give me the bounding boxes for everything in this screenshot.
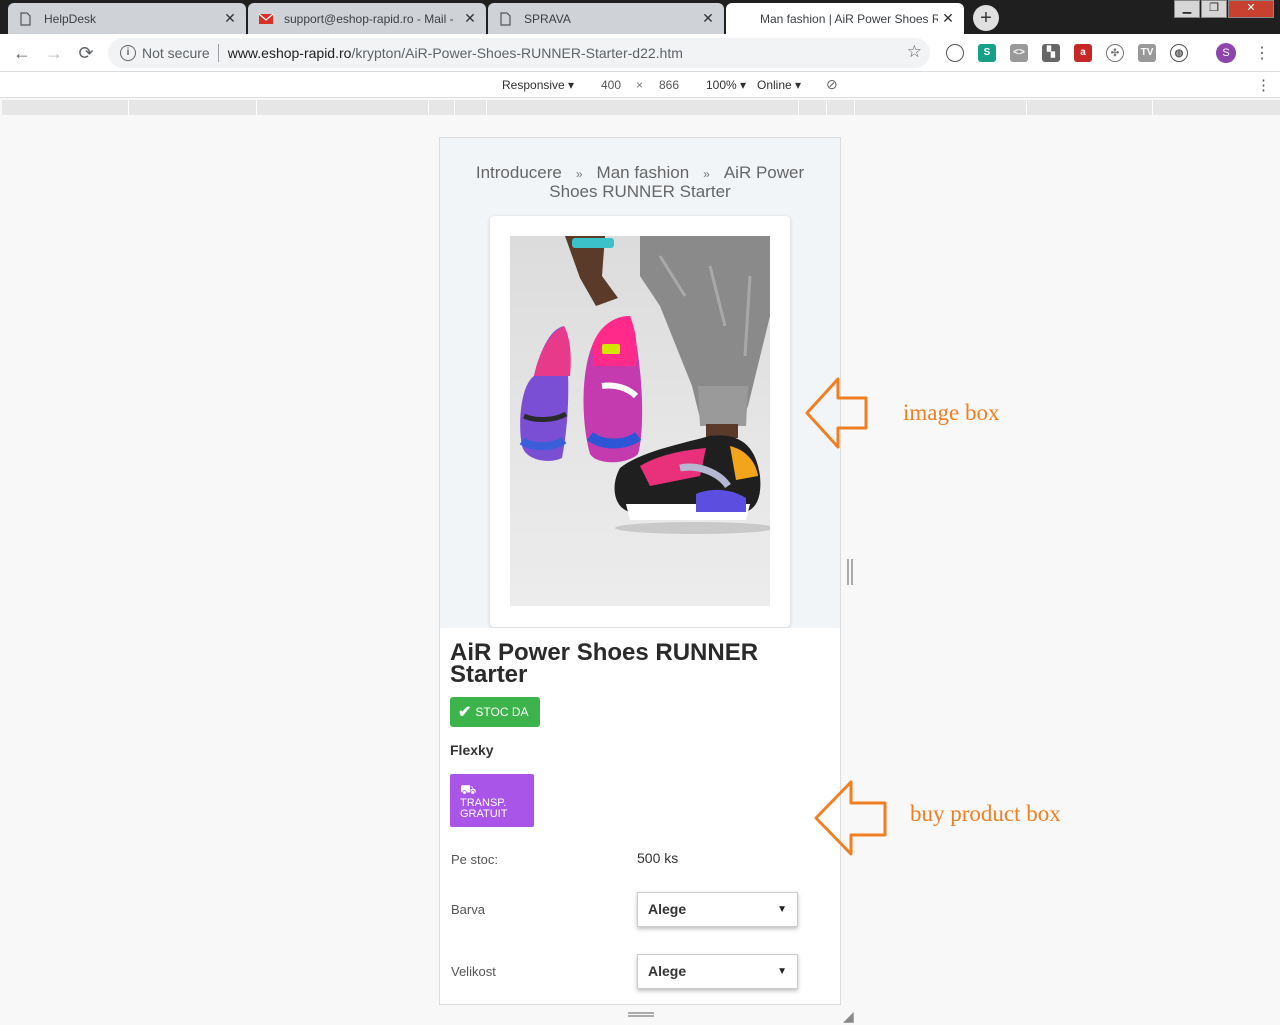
- size-select[interactable]: Alege ▼: [637, 954, 798, 989]
- more-options-icon[interactable]: ⋮: [1256, 76, 1271, 94]
- product-image-section: Introducere» Man fashion» AiR Power Shoes …: [440, 138, 840, 628]
- close-icon[interactable]: ✕: [938, 10, 958, 27]
- close-icon[interactable]: ✕: [220, 10, 240, 27]
- caret-down-icon: ▼: [777, 966, 787, 977]
- color-select[interactable]: Alege ▼: [637, 892, 798, 927]
- truck-icon: ⛟: [460, 782, 477, 797]
- code-extension-icon[interactable]: <>: [1010, 44, 1028, 62]
- tab-title: SPRAVA: [524, 11, 571, 26]
- brand-name[interactable]: Flexky: [450, 742, 494, 758]
- globe-extension-icon[interactable]: ◍: [1170, 44, 1188, 62]
- resize-handle-bottom[interactable]: [628, 1012, 654, 1017]
- device-mode-select[interactable]: Responsive ▾: [502, 78, 574, 92]
- caret-down-icon: ▼: [777, 904, 787, 915]
- resize-handle-corner[interactable]: ◢: [843, 1008, 854, 1025]
- device-toolbar: Responsive ▾ 400 × 866 100% ▾ Online ▾ ⊘…: [0, 72, 1280, 98]
- reload-button[interactable]: ⟳: [74, 41, 98, 65]
- tab-helpdesk[interactable]: HelpDesk ✕: [8, 3, 246, 34]
- buy-product-box: AiR Power Shoes RUNNER Starter ✔ STOC DA…: [440, 628, 840, 1004]
- tab-sprava[interactable]: SPRAVA ✕: [488, 3, 724, 34]
- stock-badge-label: STOC DA: [475, 705, 529, 719]
- image-box[interactable]: [490, 216, 790, 627]
- stock-badge: ✔ STOC DA: [450, 697, 540, 727]
- extension-icon[interactable]: ✣: [1106, 44, 1124, 62]
- page-icon: [18, 11, 32, 26]
- close-icon[interactable]: ✕: [698, 10, 718, 27]
- breadcrumb-link-home[interactable]: Introducere: [476, 163, 562, 182]
- color-label: Barva: [451, 902, 485, 917]
- zoom-select[interactable]: 100% ▾: [706, 78, 746, 92]
- tab-man-fashion[interactable]: Man fashion | AiR Power Shoes R ✕: [726, 3, 964, 34]
- url-path: /krypton/AiR-Power-Shoes-RUNNER-Starter-…: [351, 45, 683, 61]
- page-icon: [498, 11, 512, 26]
- breadcrumb-separator: »: [703, 167, 710, 181]
- tab-title: support@eshop-rapid.ro - Mail -: [284, 11, 454, 26]
- close-icon[interactable]: ✕: [460, 10, 480, 27]
- breadcrumb: Introducere» Man fashion» AiR Power Shoes …: [450, 164, 830, 200]
- network-select[interactable]: Online ▾: [757, 78, 801, 92]
- media-query-ruler[interactable]: [2, 100, 1280, 115]
- rotate-icon[interactable]: ⊘: [826, 76, 838, 93]
- divider: [217, 44, 219, 62]
- sneakers-illustration: [519, 236, 770, 534]
- menu-icon[interactable]: ⋮: [1254, 43, 1270, 63]
- extension-icon[interactable]: TV: [1138, 44, 1156, 62]
- size-label: Velikost: [451, 964, 496, 979]
- arrow-left-icon: [814, 780, 887, 856]
- resize-handle-right[interactable]: [847, 559, 853, 585]
- extension-icon[interactable]: a: [1074, 44, 1092, 62]
- width-input[interactable]: 400: [591, 76, 631, 94]
- height-input[interactable]: 866: [649, 76, 689, 94]
- restore-button[interactable]: ❐: [1201, 0, 1227, 18]
- breadcrumb-link-category[interactable]: Man fashion: [597, 163, 690, 182]
- free-shipping-badge: ⛟ TRANSP. GRATUIT: [450, 774, 534, 827]
- breadcrumb-separator: »: [575, 167, 583, 181]
- mail-icon: [258, 12, 274, 26]
- times-sign: ×: [636, 78, 644, 92]
- bookmark-star-icon[interactable]: ☆: [907, 42, 922, 62]
- product-title: AiR Power Shoes RUNNER Starter: [450, 639, 759, 688]
- address-bar[interactable]: i Not secure www.eshop-rapid.ro/krypton/…: [108, 38, 930, 68]
- color-select-value: Alege: [648, 901, 687, 917]
- browser-toolbar: ← → ⟳ i Not secure www.eshop-rapid.ro/kr…: [0, 34, 1280, 72]
- extension-icon[interactable]: S: [978, 44, 996, 62]
- device-viewport: Introducere » Man fashion » AiR Power Shoes …: [439, 137, 841, 1005]
- new-tab-button[interactable]: +: [973, 5, 999, 31]
- image-box-annotation: image box: [903, 400, 1000, 425]
- free-shipping-label: TRANSP. GRATUIT: [460, 797, 508, 820]
- info-icon[interactable]: i: [120, 45, 136, 61]
- tab-strip: HelpDesk ✕ support@eshop-rapid.ro - Mail…: [0, 0, 1280, 34]
- tab-title: Man fashion | AiR Power Shoes R: [760, 11, 938, 26]
- security-label: Not secure: [142, 45, 210, 61]
- arrow-left-icon: [805, 377, 868, 449]
- profile-avatar[interactable]: S: [1216, 43, 1236, 63]
- tab-mail[interactable]: support@eshop-rapid.ro - Mail - ✕: [248, 3, 486, 34]
- minimize-button[interactable]: ▁: [1174, 0, 1200, 18]
- product-photo[interactable]: [510, 236, 770, 606]
- back-button[interactable]: ←: [10, 41, 34, 65]
- buy-box-annotation: buy product box: [910, 801, 1061, 826]
- close-window-button[interactable]: ✕: [1228, 0, 1274, 18]
- extension-icon[interactable]: ▚: [1042, 44, 1060, 62]
- forward-button[interactable]: →: [42, 41, 66, 65]
- tab-title: HelpDesk: [44, 11, 97, 26]
- checkmark-icon: ✔: [458, 704, 472, 721]
- stock-value: 500 ks: [637, 850, 679, 866]
- stock-label: Pe stoc:: [451, 852, 498, 867]
- size-select-value: Alege: [648, 963, 687, 979]
- url-host: www.eshop-rapid.ro: [227, 45, 352, 61]
- extension-icon[interactable]: [946, 44, 964, 62]
